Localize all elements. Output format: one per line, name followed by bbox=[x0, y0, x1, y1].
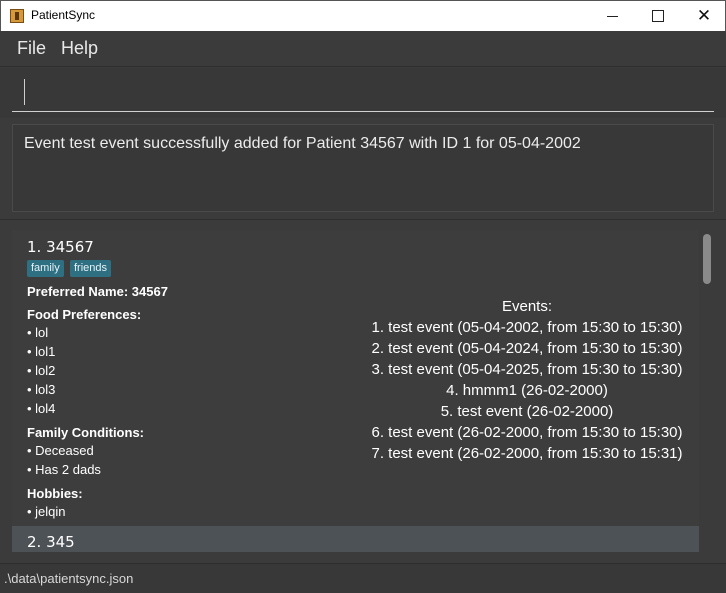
food-item: • lol3 bbox=[27, 382, 56, 397]
food-item: • lol2 bbox=[27, 363, 56, 378]
minimize-icon[interactable] bbox=[589, 1, 635, 31]
menu-file[interactable]: File bbox=[17, 38, 46, 59]
family-condition-item: • Has 2 dads bbox=[27, 462, 101, 477]
scrollbar[interactable] bbox=[701, 230, 713, 552]
status-bar: .\data\patientsync.json bbox=[0, 563, 726, 593]
patient-index-name: 2. 345 bbox=[27, 533, 75, 551]
command-input[interactable] bbox=[12, 74, 714, 112]
event-item: 7. test event (26-02-2000, from 15:30 to… bbox=[371, 445, 683, 462]
window-title: PatientSync bbox=[31, 8, 96, 22]
data-file-path: .\data\patientsync.json bbox=[4, 571, 134, 586]
tag-friends: friends bbox=[70, 260, 112, 277]
preferred-name: Preferred Name: 34567 bbox=[27, 284, 168, 299]
menu-bar: File Help bbox=[0, 31, 726, 67]
event-item: 1. test event (05-04-2002, from 15:30 to… bbox=[371, 319, 683, 336]
hobby-item: • jelqin bbox=[27, 504, 66, 519]
food-item: • lol4 bbox=[27, 401, 56, 416]
text-caret bbox=[24, 79, 25, 105]
patient-list-panel: 1. 34567 family friends Preferred Name: … bbox=[0, 219, 726, 563]
patient-card[interactable]: 1. 34567 family friends Preferred Name: … bbox=[12, 230, 699, 526]
event-item: 2. test event (05-04-2024, from 15:30 to… bbox=[371, 340, 683, 357]
result-message: Event test event successfully added for … bbox=[24, 135, 581, 152]
maximize-icon[interactable] bbox=[635, 1, 681, 31]
tag-family: family bbox=[27, 260, 64, 277]
food-item: • lol1 bbox=[27, 344, 56, 359]
command-box bbox=[0, 68, 726, 118]
patient-list[interactable]: 1. 34567 family friends Preferred Name: … bbox=[12, 230, 699, 552]
events-label: Events: bbox=[501, 298, 553, 315]
event-item: 6. test event (26-02-2000, from 15:30 to… bbox=[371, 424, 683, 441]
app-icon bbox=[10, 9, 24, 23]
events-list: Events: 1. test event (05-04-2002, from … bbox=[362, 296, 692, 464]
event-item: 5. test event (26-02-2000) bbox=[440, 403, 614, 420]
scrollbar-thumb[interactable] bbox=[703, 234, 711, 284]
food-preferences-label: Food Preferences: bbox=[27, 307, 142, 322]
hobbies-label: Hobbies: bbox=[27, 486, 83, 501]
family-conditions-label: Family Conditions: bbox=[27, 425, 144, 440]
close-icon[interactable]: ✕ bbox=[681, 1, 726, 31]
food-item: • lol bbox=[27, 325, 49, 340]
patient-card-selected[interactable]: 2. 345 bbox=[12, 526, 699, 552]
menu-help[interactable]: Help bbox=[61, 38, 98, 59]
event-item: 3. test event (05-04-2025, from 15:30 to… bbox=[371, 361, 683, 378]
result-display: Event test event successfully added for … bbox=[12, 124, 714, 212]
patient-index-name: 1. 34567 bbox=[27, 238, 94, 256]
family-condition-item: • Deceased bbox=[27, 443, 94, 458]
event-item: 4. hmmm1 (26-02-2000) bbox=[446, 382, 608, 399]
title-bar: PatientSync ✕ bbox=[0, 0, 726, 31]
